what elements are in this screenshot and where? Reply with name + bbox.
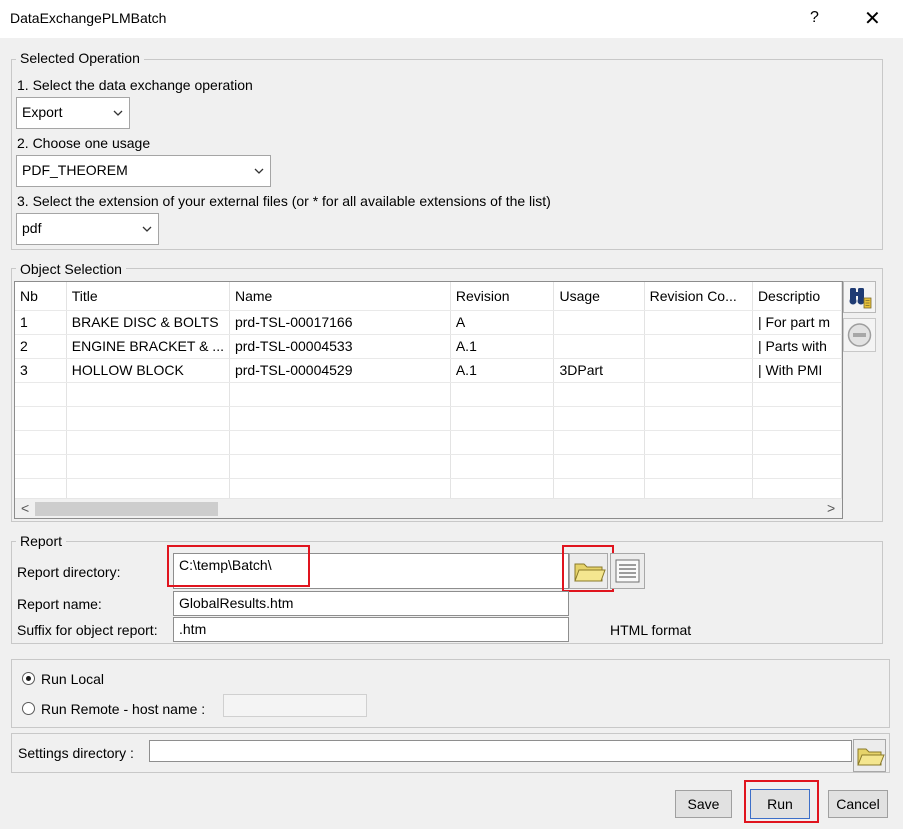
- extension-value: pdf: [22, 220, 42, 236]
- table-header-row: Nb Title Name Revision Usage Revision Co…: [15, 282, 842, 311]
- cell-revision: A: [450, 310, 555, 335]
- cell-description: | With PMI: [752, 358, 842, 383]
- report-list-icon: [615, 559, 640, 583]
- column-header-nb[interactable]: Nb: [15, 282, 67, 311]
- usage-select[interactable]: PDF_THEOREM: [16, 155, 271, 187]
- browse-button-highlight: [562, 545, 614, 592]
- empty-row: [15, 382, 842, 407]
- cell-nb: 2: [15, 334, 67, 359]
- column-header-revision-co[interactable]: Revision Co...: [644, 282, 753, 311]
- cell-title: HOLLOW BLOCK: [66, 358, 230, 383]
- scrollbar-thumb[interactable]: [35, 502, 218, 516]
- help-button[interactable]: ?: [810, 9, 819, 27]
- cell-usage: 3DPart: [553, 358, 645, 383]
- run-local-radio[interactable]: [22, 672, 35, 685]
- folder-open-icon: [857, 748, 885, 766]
- cell-nb: 1: [15, 310, 67, 335]
- suffix-value: .htm: [179, 621, 207, 637]
- settings-directory-label: Settings directory :: [18, 745, 134, 761]
- cell-name: prd-TSL-00017166: [229, 310, 451, 335]
- run-button-highlight: [744, 780, 819, 823]
- cell-name: prd-TSL-00004529: [229, 358, 451, 383]
- settings-directory-field[interactable]: [149, 740, 852, 762]
- run-remote-radio[interactable]: [22, 702, 35, 715]
- horizontal-scrollbar[interactable]: < >: [15, 498, 842, 518]
- usage-value: PDF_THEOREM: [22, 162, 128, 178]
- cell-revision-co: [644, 358, 753, 383]
- column-header-title[interactable]: Title: [66, 282, 230, 311]
- column-header-name[interactable]: Name: [229, 282, 451, 311]
- column-header-description[interactable]: Descriptio: [752, 282, 842, 311]
- selected-operation-legend: Selected Operation: [16, 50, 144, 66]
- run-remote-label[interactable]: Run Remote - host name :: [41, 701, 205, 717]
- run-local-label[interactable]: Run Local: [41, 671, 104, 687]
- remove-minus-icon: [847, 323, 872, 347]
- table-row[interactable]: 3 HOLLOW BLOCK prd-TSL-00004529 A.1 3DPa…: [15, 358, 842, 383]
- cell-usage: [553, 310, 645, 335]
- object-selection-legend: Object Selection: [16, 261, 126, 277]
- report-name-label: Report name:: [17, 596, 102, 612]
- report-legend: Report: [16, 533, 67, 549]
- table-row[interactable]: 1 BRAKE DISC & BOLTS prd-TSL-00017166 A …: [15, 310, 842, 335]
- cell-title: BRAKE DISC & BOLTS: [66, 310, 230, 335]
- cell-revision-co: [644, 310, 753, 335]
- cell-description: | For part m: [752, 310, 842, 335]
- scroll-left-arrow[interactable]: <: [21, 500, 29, 516]
- suffix-label: Suffix for object report:: [17, 622, 158, 638]
- empty-row: [15, 406, 842, 431]
- cell-nb: 3: [15, 358, 67, 383]
- cancel-button[interactable]: Cancel: [828, 790, 888, 818]
- object-table: Nb Title Name Revision Usage Revision Co…: [15, 282, 842, 503]
- cell-name: prd-TSL-00004533: [229, 334, 451, 359]
- chevron-down-icon: [142, 226, 152, 232]
- report-directory-label: Report directory:: [17, 564, 121, 580]
- operation-select[interactable]: Export: [16, 97, 130, 129]
- cell-revision: A.1: [450, 358, 555, 383]
- cell-title: ENGINE BRACKET & ...: [66, 334, 230, 359]
- cell-revision: A.1: [450, 334, 555, 359]
- html-format-label: HTML format: [610, 622, 692, 638]
- save-button[interactable]: Save: [675, 790, 732, 818]
- binoculars-search-icon: [849, 288, 872, 309]
- run-mode-group: [11, 659, 890, 728]
- table-row[interactable]: 2 ENGINE BRACKET & ... prd-TSL-00004533 …: [15, 334, 842, 359]
- extension-select[interactable]: pdf: [16, 213, 159, 245]
- report-directory-highlight: [167, 545, 310, 587]
- cell-revision-co: [644, 334, 753, 359]
- operation-value: Export: [22, 104, 63, 120]
- remove-button[interactable]: [843, 318, 876, 352]
- search-button[interactable]: [843, 281, 876, 313]
- column-header-revision[interactable]: Revision: [450, 282, 555, 311]
- report-name-field[interactable]: GlobalResults.htm: [173, 591, 569, 616]
- suffix-field[interactable]: .htm: [173, 617, 569, 642]
- step1-label: 1. Select the data exchange operation: [17, 77, 253, 93]
- settings-browse-button[interactable]: [853, 739, 886, 772]
- empty-row: [15, 454, 842, 479]
- chevron-down-icon: [254, 168, 264, 174]
- step3-label: 3. Select the extension of your external…: [17, 193, 551, 209]
- close-button[interactable]: ✕: [864, 6, 881, 30]
- host-name-field[interactable]: [223, 694, 367, 717]
- window-title: DataExchangePLMBatch: [10, 10, 167, 26]
- cell-description: | Parts with: [752, 334, 842, 359]
- step2-label: 2. Choose one usage: [17, 135, 151, 151]
- object-table-frame: Nb Title Name Revision Usage Revision Co…: [14, 281, 843, 519]
- report-list-button[interactable]: [610, 553, 645, 589]
- report-name-value: GlobalResults.htm: [179, 595, 294, 611]
- scroll-right-arrow[interactable]: >: [827, 500, 835, 516]
- chevron-down-icon: [113, 110, 123, 116]
- empty-row: [15, 430, 842, 455]
- column-header-usage[interactable]: Usage: [553, 282, 645, 311]
- cell-usage: [553, 334, 645, 359]
